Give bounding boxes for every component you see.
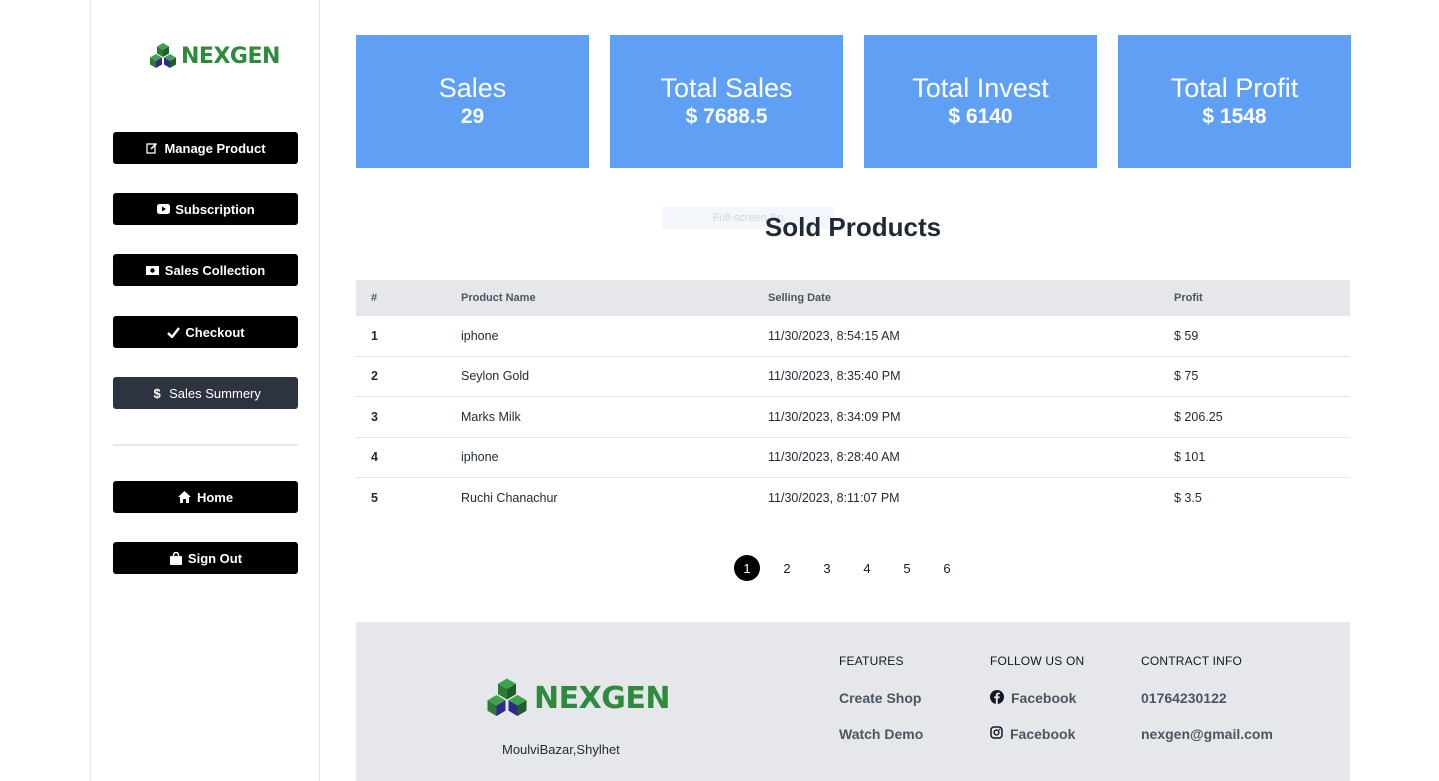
facebook-link-label: Facebook	[1011, 690, 1077, 706]
sign-out-button[interactable]: Sign Out	[113, 542, 298, 574]
table-row: 3 Marks Milk 11/30/2023, 8:34:09 PM $ 20…	[356, 397, 1350, 438]
instagram-icon	[990, 726, 1003, 742]
stat-card-total-invest: Total Invest $ 6140	[864, 35, 1097, 168]
table-header: # Product Name Selling Date Profit	[356, 280, 1350, 316]
cell-product-name: iphone	[461, 450, 499, 465]
instagram-link-label: Facebook	[1010, 726, 1076, 742]
table-row: 4 iphone 11/30/2023, 8:28:40 AM $ 101	[356, 438, 1350, 478]
cell-profit: $ 75	[1174, 369, 1199, 384]
contact-phone: 01764230122	[1141, 690, 1227, 706]
subscription-label: Subscription	[175, 201, 255, 217]
subscription-button[interactable]: Subscription	[113, 193, 298, 225]
dollar-icon: $	[153, 385, 161, 401]
sidebar: NEXGEN Manage Product Subscription Sales…	[90, 0, 320, 781]
manage-product-label: Manage Product	[164, 140, 266, 156]
watch-demo-link[interactable]: Watch Demo	[839, 726, 923, 742]
stat-card-sales: Sales 29	[356, 35, 589, 168]
create-shop-link[interactable]: Create Shop	[839, 690, 923, 706]
header-index: #	[371, 292, 378, 304]
cell-index: 1	[371, 328, 378, 343]
cell-index: 2	[371, 369, 378, 384]
home-label: Home	[196, 489, 234, 505]
brand-name: NEXGEN	[181, 43, 280, 69]
stat-label: Total Invest	[912, 72, 1049, 103]
cubes-logo-icon	[487, 678, 527, 716]
header-product-name: Product Name	[461, 292, 536, 304]
cubes-logo-icon	[150, 43, 176, 68]
money-icon	[146, 263, 160, 277]
cell-selling-date: 11/30/2023, 8:35:40 PM	[768, 369, 901, 384]
checkout-button[interactable]: Checkout	[113, 316, 298, 348]
header-selling-date: Selling Date	[768, 292, 831, 304]
cell-product-name: Ruchi Chanachur	[461, 491, 558, 506]
cell-index: 4	[371, 450, 378, 465]
bag-icon	[169, 551, 183, 565]
footer-follow: FOLLOW US ON Facebook Facebook	[990, 654, 1084, 762]
header-profit: Profit	[1174, 292, 1203, 304]
sales-summery-button[interactable]: $ Sales Summery	[113, 377, 298, 409]
cell-product-name: Marks Milk	[461, 409, 521, 424]
sign-out-label: Sign Out	[187, 550, 243, 566]
footer-address: MoulviBazar,Shylhet	[502, 742, 620, 757]
cell-selling-date: 11/30/2023, 8:54:15 AM	[768, 328, 900, 343]
home-button[interactable]: Home	[113, 481, 298, 513]
stat-value: $ 1548	[1202, 104, 1267, 128]
sales-collection-button[interactable]: Sales Collection	[113, 254, 298, 286]
facebook-link[interactable]: Facebook	[990, 689, 1084, 707]
footer-features: FEATURES Create Shop Watch Demo	[839, 654, 923, 762]
cell-product-name: iphone	[461, 328, 499, 343]
edit-icon	[145, 141, 159, 155]
check-icon	[166, 325, 180, 339]
cell-selling-date: 11/30/2023, 8:11:07 PM	[768, 491, 900, 506]
facebook-icon	[990, 689, 1004, 707]
cell-profit: $ 3.5	[1174, 491, 1202, 506]
contact-heading: CONTRACT INFO	[1141, 654, 1243, 668]
sold-products-table: # Product Name Selling Date Profit 1 iph…	[356, 280, 1350, 519]
instagram-link[interactable]: Facebook	[990, 726, 1084, 742]
footer-brand-name: NEXGEN	[534, 680, 670, 716]
page-button-1[interactable]: 1	[734, 555, 760, 581]
manage-product-button[interactable]: Manage Product	[113, 132, 298, 164]
cell-index: 5	[371, 491, 378, 506]
page-button-2[interactable]: 2	[774, 555, 800, 581]
youtube-icon	[156, 202, 170, 216]
page-button-5[interactable]: 5	[894, 555, 920, 581]
sales-summery-label: Sales Summery	[169, 385, 261, 401]
cell-product-name: Seylon Gold	[461, 369, 530, 384]
table-row: 2 Seylon Gold 11/30/2023, 8:35:40 PM $ 7…	[356, 357, 1350, 397]
stat-label: Total Sales	[660, 72, 793, 103]
stat-label: Sales	[438, 72, 507, 103]
table-row: 1 iphone 11/30/2023, 8:54:15 AM $ 59	[356, 316, 1350, 357]
home-icon	[178, 490, 192, 504]
footer: NEXGEN MoulviBazar,Shylhet FEATURES Crea…	[356, 622, 1350, 781]
cell-index: 3	[371, 409, 378, 424]
cell-profit: $ 59	[1174, 328, 1199, 343]
footer-contact: CONTRACT INFO 01764230122 nexgen@gmail.c…	[1141, 654, 1273, 762]
cell-selling-date: 11/30/2023, 8:34:09 PM	[768, 409, 901, 424]
cell-profit: $ 206.25	[1174, 409, 1223, 424]
checkout-label: Checkout	[185, 324, 245, 340]
page-button-6[interactable]: 6	[934, 555, 960, 581]
contact-email: nexgen@gmail.com	[1141, 726, 1273, 742]
sidebar-divider	[113, 444, 298, 446]
follow-heading: FOLLOW US ON	[990, 654, 1085, 668]
stat-label: Total Profit	[1170, 72, 1299, 103]
page-button-3[interactable]: 3	[814, 555, 840, 581]
cell-selling-date: 11/30/2023, 8:28:40 AM	[768, 450, 900, 465]
page-button-4[interactable]: 4	[854, 555, 880, 581]
cell-profit: $ 101	[1174, 450, 1206, 465]
sidebar-logo[interactable]: NEXGEN	[149, 42, 280, 70]
stat-value: 29	[460, 104, 485, 128]
features-heading: FEATURES	[839, 654, 904, 668]
sales-collection-label: Sales Collection	[164, 262, 266, 278]
stat-value: $ 7688.5	[685, 104, 768, 128]
pagination: 1 2 3 4 5 6	[734, 555, 960, 581]
footer-logo[interactable]: NEXGEN	[486, 677, 670, 719]
stat-card-total-profit: Total Profit $ 1548	[1118, 35, 1351, 168]
stat-value: $ 6140	[948, 104, 1013, 128]
table-row: 5 Ruchi Chanachur 11/30/2023, 8:11:07 PM…	[356, 478, 1350, 519]
page-title: Sold Products	[764, 212, 942, 242]
stat-card-total-sales: Total Sales $ 7688.5	[610, 35, 843, 168]
